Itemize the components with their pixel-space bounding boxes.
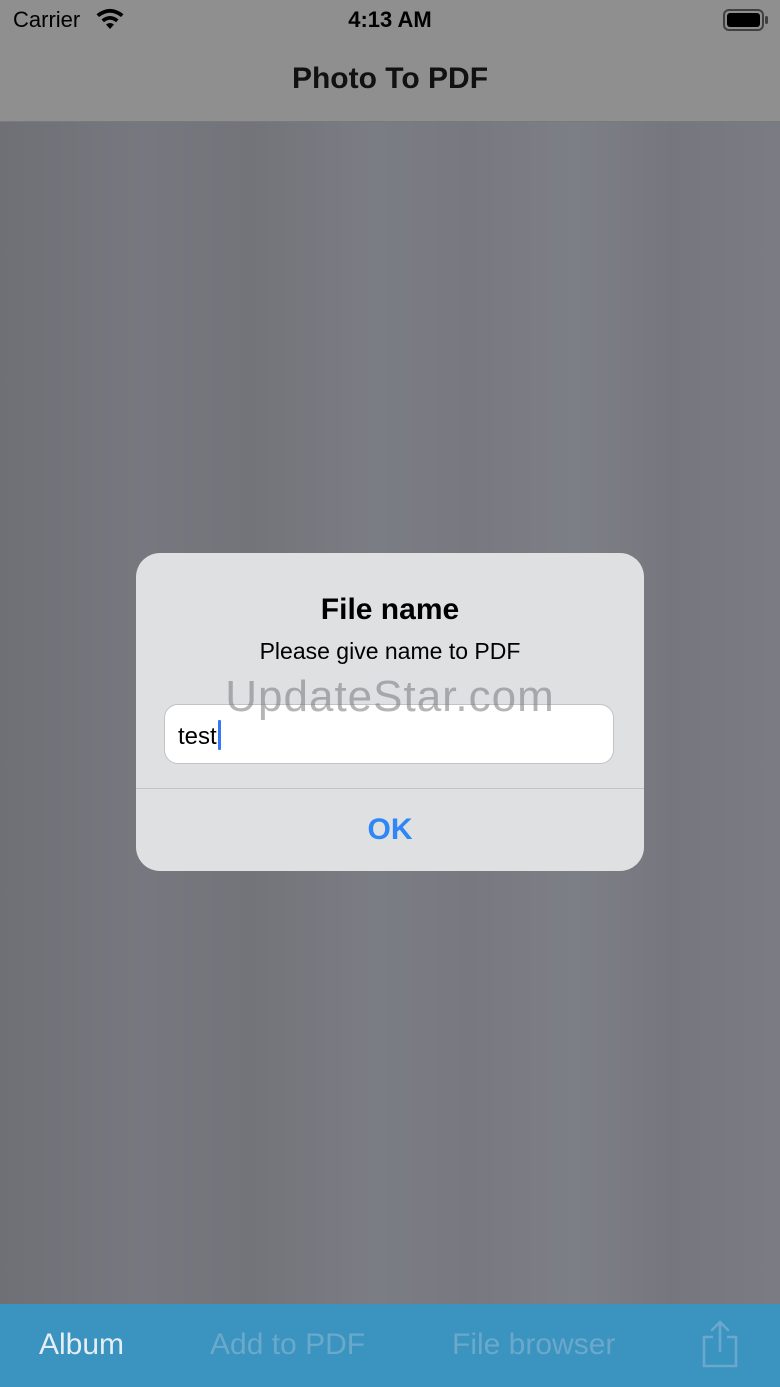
- battery-icon: [723, 9, 768, 31]
- file-name-input-value[interactable]: test: [178, 720, 221, 751]
- file-browser-button[interactable]: File browser: [452, 1328, 615, 1362]
- status-time: 4:13 AM: [348, 7, 432, 32]
- text-caret: [217, 720, 221, 750]
- file-name-alert: File name Please give name to PDF test O…: [136, 553, 644, 871]
- navigation-bar: Photo To PDF: [0, 40, 780, 122]
- share-icon[interactable]: [700, 1320, 740, 1368]
- alert-title: File name: [320, 593, 460, 626]
- status-bar: Carrier 4:13 AM: [0, 0, 780, 40]
- album-button[interactable]: Album: [39, 1328, 124, 1362]
- page-title: Photo To PDF: [291, 62, 489, 95]
- alert-message: Please give name to PDF: [259, 638, 521, 664]
- file-name-input[interactable]: test: [164, 704, 614, 764]
- bottom-toolbar: Album Add to PDF File browser: [0, 1304, 780, 1387]
- add-to-pdf-button[interactable]: Add to PDF: [210, 1328, 365, 1362]
- ok-button[interactable]: OK: [136, 789, 644, 871]
